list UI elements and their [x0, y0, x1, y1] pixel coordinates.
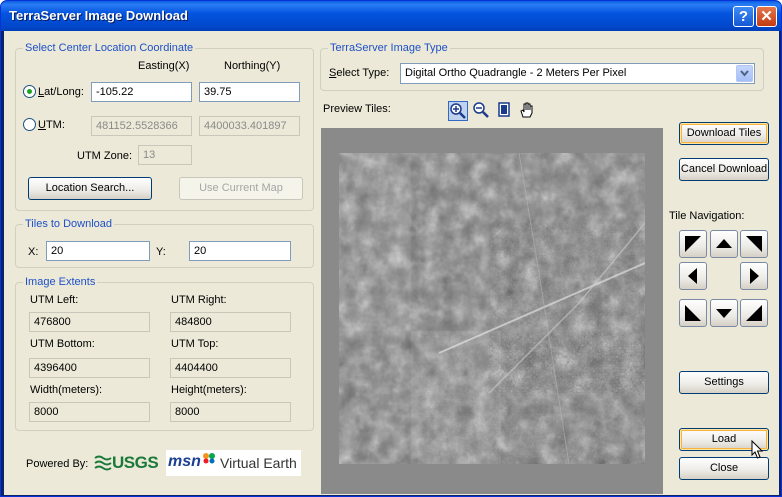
help-button[interactable]: ?	[733, 6, 754, 27]
arrow-southeast-icon	[746, 305, 762, 321]
dropdown-arrow-icon[interactable]	[736, 65, 753, 82]
width-meters-label: Width(meters):	[30, 384, 103, 396]
preview-tiles-label: Preview Tiles:	[323, 103, 391, 115]
utm-zone-input[interactable]: 13	[138, 145, 192, 165]
usgs-logo: USGS	[94, 452, 159, 474]
height-meters-label: Height(meters):	[171, 384, 247, 396]
arrow-west-icon	[688, 268, 697, 284]
arrow-northwest-icon	[685, 236, 701, 252]
cancel-download-button[interactable]: Cancel Download	[679, 158, 769, 181]
longitude-input[interactable]: -105.22	[91, 82, 192, 102]
utm-bottom-label: UTM Bottom:	[30, 338, 95, 350]
zoom-in-icon[interactable]	[448, 101, 468, 121]
image-type-selected-value: Digital Ortho Quadrangle - 2 Meters Per …	[405, 67, 627, 79]
powered-by-label: Powered By:	[26, 458, 89, 470]
utm-left-label: UTM Left:	[30, 294, 79, 306]
utm-label: UTM:	[38, 119, 65, 131]
latlong-radio[interactable]	[23, 85, 36, 98]
page-icon[interactable]	[494, 101, 514, 121]
width-meters-value: 8000	[29, 402, 150, 422]
arrow-east-icon	[750, 268, 759, 284]
height-meters-value: 8000	[170, 402, 291, 422]
utm-top-value: 4404400	[170, 358, 291, 378]
dialog-client: Select Center Location Coordinate Eastin…	[4, 31, 779, 495]
nav-southeast-button[interactable]	[740, 299, 768, 327]
virtual-earth-text: Virtual Earth	[220, 455, 297, 471]
arrow-northeast-icon	[746, 236, 762, 252]
use-current-map-button[interactable]: Use Current Map	[179, 177, 303, 200]
download-tiles-button[interactable]: Download Tiles	[679, 122, 769, 145]
arrow-southwest-icon	[685, 305, 701, 321]
msn-butterfly-icon	[203, 453, 215, 464]
utm-northing-input[interactable]: 4400033.401897	[199, 116, 300, 136]
northing-header: Northing(Y)	[224, 60, 281, 72]
preview-tiles-panel[interactable]	[321, 128, 663, 494]
tiles-x-label: X:	[28, 246, 39, 258]
dialog-window: TerraServer Image Download ? ✕ Select Ce…	[0, 0, 782, 497]
utm-zone-label: UTM Zone:	[77, 150, 133, 162]
usgs-logo-text: USGS	[112, 453, 159, 472]
nav-southwest-button[interactable]	[679, 299, 707, 327]
utm-easting-input[interactable]: 481152.5528366	[91, 116, 192, 136]
close-window-button[interactable]: ✕	[756, 6, 777, 27]
location-search-button[interactable]: Location Search...	[28, 177, 152, 200]
image-type-select[interactable]: Digital Ortho Quadrangle - 2 Meters Per …	[400, 63, 755, 84]
nav-west-button[interactable]	[679, 262, 707, 290]
tiles-y-input[interactable]: 20	[189, 241, 291, 261]
tiles-y-label: Y:	[156, 246, 166, 258]
select-type-label: Select Type:	[329, 67, 390, 79]
nav-northeast-button[interactable]	[740, 230, 768, 258]
latitude-input[interactable]: 39.75	[199, 82, 300, 102]
utm-right-value: 484800	[170, 312, 291, 332]
title-bar[interactable]: TerraServer Image Download ? ✕	[1, 1, 781, 31]
utm-left-value: 476800	[29, 312, 150, 332]
mouse-cursor-icon	[751, 440, 764, 459]
latlong-label: Lat/Long:	[38, 86, 84, 98]
aerial-preview-image[interactable]	[339, 153, 645, 464]
center-location-group-label: Select Center Location Coordinate	[23, 42, 196, 54]
image-extents-group-label: Image Extents	[23, 276, 98, 288]
close-button[interactable]: Close	[679, 457, 769, 480]
arrow-south-icon	[716, 309, 732, 318]
nav-northwest-button[interactable]	[679, 230, 707, 258]
utm-bottom-value: 4396400	[29, 358, 150, 378]
nav-north-button[interactable]	[710, 230, 738, 258]
tile-navigation-label: Tile Navigation:	[669, 210, 745, 222]
hand-pan-icon[interactable]	[517, 101, 537, 121]
nav-east-button[interactable]	[740, 262, 768, 290]
utm-top-label: UTM Top:	[171, 338, 219, 350]
nav-south-button[interactable]	[710, 299, 738, 327]
window-title: TerraServer Image Download	[9, 8, 188, 23]
arrow-north-icon	[716, 239, 732, 248]
utm-radio[interactable]	[23, 118, 36, 131]
utm-right-label: UTM Right:	[171, 294, 227, 306]
settings-button[interactable]: Settings	[679, 371, 769, 394]
zoom-out-icon[interactable]	[471, 101, 491, 121]
tiles-group-label: Tiles to Download	[23, 218, 115, 230]
easting-header: Easting(X)	[138, 60, 190, 72]
msn-virtual-earth-logo: msn Virtual Earth	[166, 450, 301, 476]
tiles-x-input[interactable]: 20	[46, 241, 150, 261]
image-type-group-label: TerraServer Image Type	[328, 42, 450, 54]
msn-logo-text: msn	[168, 453, 201, 470]
